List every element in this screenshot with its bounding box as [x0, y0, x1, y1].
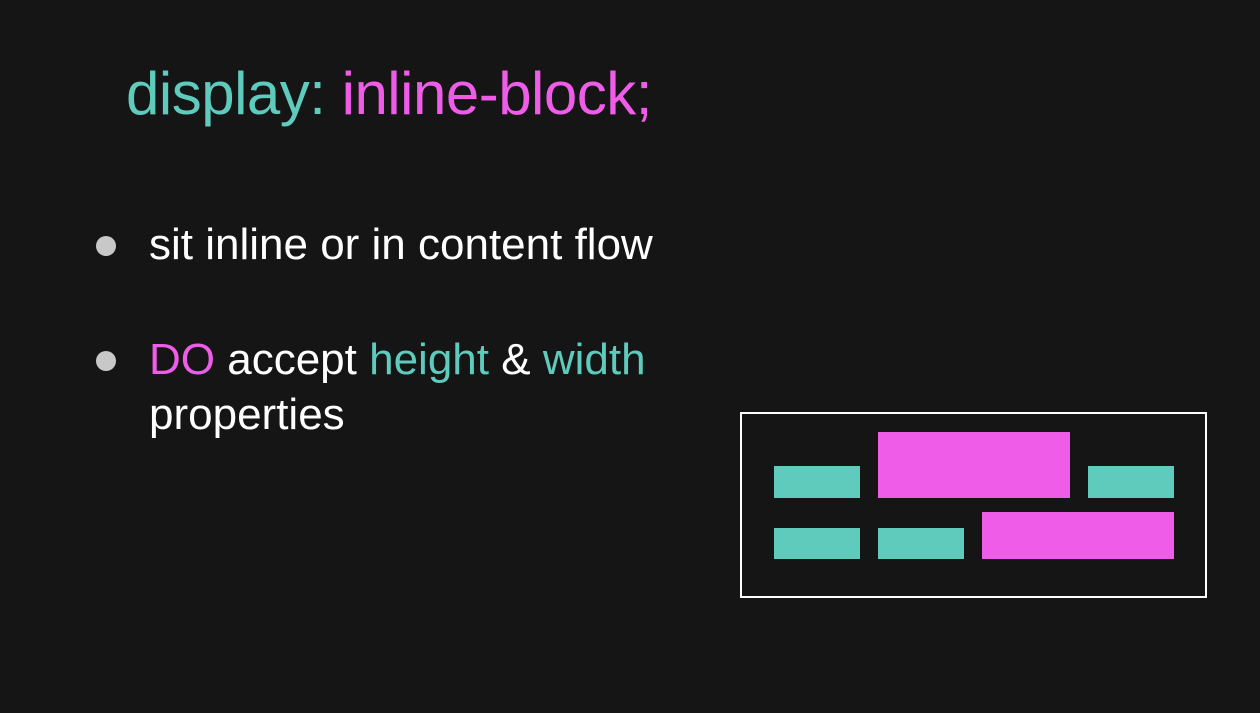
inline-block-box: [878, 432, 1070, 498]
do-keyword: DO: [149, 335, 215, 384]
inline-box: [878, 528, 964, 559]
width-keyword: width: [542, 335, 646, 384]
bullet-text-1: sit inline or in content flow: [149, 220, 653, 269]
ampersand: &: [501, 335, 531, 384]
slide: display: inline-block; sit inline or in …: [0, 0, 1260, 713]
inline-box: [774, 466, 860, 498]
height-keyword: height: [369, 335, 489, 384]
slide-title: display: inline-block;: [126, 58, 652, 130]
bullet-text-2-continued: properties: [149, 390, 345, 439]
title-value: inline-block;: [341, 60, 653, 127]
inline-box: [1088, 466, 1174, 498]
inline-box: [774, 528, 860, 559]
inline-block-box: [982, 512, 1174, 559]
bullet-dot: [96, 236, 116, 256]
title-property: display:: [126, 60, 326, 127]
inline-block-diagram: [740, 412, 1207, 598]
accept-word: accept: [227, 335, 357, 384]
bullet-dot: [96, 351, 116, 371]
bullet-text-2: DO accept height & width: [149, 333, 646, 387]
